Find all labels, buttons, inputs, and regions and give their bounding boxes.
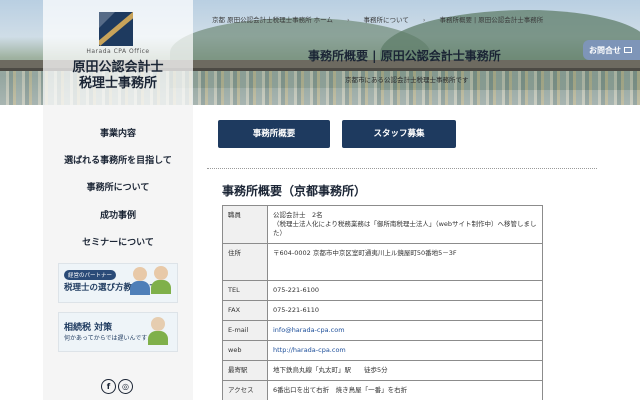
email-link[interactable]: info@harada-cpa.com xyxy=(273,326,345,334)
elderly-person-icon xyxy=(148,331,168,345)
sidebar: 事業内容 選ばれる事務所を目指して 事務所について 成功事例 セミナーについて … xyxy=(43,105,193,400)
logo-name: 原田公認会計士 税理士事務所 xyxy=(43,60,193,92)
table-row: 最寄駅 地下鉄烏丸線「丸太町」駅 徒歩5分 xyxy=(222,360,543,381)
breadcrumb-about[interactable]: 事務所について xyxy=(364,16,409,24)
logo-name-line1: 原田公認会計士 xyxy=(72,60,164,75)
breadcrumb-separator: › xyxy=(346,16,350,24)
logo-mark-icon xyxy=(99,12,133,46)
person-illustration-icon xyxy=(133,267,147,281)
table-row: TEL 075-221-6100 xyxy=(222,280,543,301)
breadcrumb-current: 事務所概要 | 原田公認会計士事務所 xyxy=(439,16,544,24)
staff-note: （税理士法人化により税務業務は「御所南税理士法人」（webサイト制作中）へ移管し… xyxy=(273,220,537,237)
table-value: 〒604-0002 京都市中京区室町通夷川上ル鏡屋町50番地5－3F xyxy=(267,243,543,281)
table-label: E-mail xyxy=(222,320,268,341)
table-label: 職員 xyxy=(222,205,268,244)
table-row: E-mail info@harada-cpa.com xyxy=(222,320,543,341)
table-value: info@harada-cpa.com xyxy=(267,320,543,341)
banner-text: 何かあってからでは遅いんです… xyxy=(64,335,154,342)
table-row: web http://harada-cpa.com xyxy=(222,340,543,361)
table-value: 地下鉄烏丸線「丸太町」駅 徒歩5分 xyxy=(267,360,543,381)
mail-icon xyxy=(624,47,632,53)
overview-button[interactable]: 事務所概要 xyxy=(218,120,330,148)
banner-inheritance-tax[interactable]: 相続税 対策 何かあってからでは遅いんです… xyxy=(58,312,178,352)
page-subtitle: 京都市にある公認会計士税理士事務所です xyxy=(345,76,469,84)
table-row: 住所 〒604-0002 京都市中京区室町通夷川上ル鏡屋町50番地5－3F xyxy=(222,243,543,281)
breadcrumb-separator: › xyxy=(422,16,426,24)
person-illustration-icon xyxy=(151,280,171,294)
banner-tag: 経営のパートナー xyxy=(64,270,117,280)
instagram-icon[interactable]: ◎ xyxy=(118,379,133,394)
banner-tax-advisor[interactable]: 経営のパートナー 税理士の選び方教えます xyxy=(58,263,178,303)
recruit-button[interactable]: スタッフ募集 xyxy=(342,120,456,148)
table-value: 公認会計士 2名 （税理士法人化により税務業務は「御所南税理士法人」（webサイ… xyxy=(267,205,543,244)
sidebar-item-services[interactable]: 事業内容 xyxy=(43,126,193,139)
divider xyxy=(207,168,597,169)
staff-count: 公認会計士 2名 xyxy=(273,211,323,219)
logo-name-line2: 税理士事務所 xyxy=(78,76,157,91)
web-link[interactable]: http://harada-cpa.com xyxy=(273,346,346,354)
person-illustration-icon xyxy=(130,281,150,295)
elderly-person-icon xyxy=(151,317,165,331)
table-value: http://harada-cpa.com xyxy=(267,340,543,361)
logo-subtitle: Harada CPA Office xyxy=(86,48,150,55)
breadcrumb: 京都 原田公認会計士税理士事務所 ホーム › 事務所について › 事務所概要 | 原田公… xyxy=(212,14,557,24)
banner-title: 相続税 対策 xyxy=(64,323,113,333)
sidebar-item-chosen-office[interactable]: 選ばれる事務所を目指して xyxy=(43,153,193,166)
person-illustration-icon xyxy=(154,266,168,280)
table-label: 最寄駅 xyxy=(222,360,268,381)
table-label: TEL xyxy=(222,280,268,301)
sidebar-item-about[interactable]: 事務所について xyxy=(43,180,193,193)
contact-label: お問合せ xyxy=(589,46,621,55)
table-value: 075-221-6100 xyxy=(267,280,543,301)
table-value: 6番出口を出て右折 焼き鳥屋「一番」を右折 xyxy=(267,380,543,400)
table-label: web xyxy=(222,340,268,361)
logo[interactable]: Harada CPA Office 原田公認会計士 税理士事務所 xyxy=(43,0,193,105)
contact-button[interactable]: お問合せ xyxy=(583,40,640,60)
sidebar-item-seminars[interactable]: セミナーについて xyxy=(43,235,193,248)
table-row: アクセス 6番出口を出て右折 焼き鳥屋「一番」を右折 xyxy=(222,380,543,400)
table-label: FAX xyxy=(222,300,268,321)
page-title: 事務所概要 | 原田公認会計士事務所 xyxy=(308,49,501,63)
sidebar-item-success-cases[interactable]: 成功事例 xyxy=(43,208,193,221)
breadcrumb-home[interactable]: 京都 原田公認会計士税理士事務所 ホーム xyxy=(212,16,333,24)
office-info-table: 職員 公認会計士 2名 （税理士法人化により税務業務は「御所南税理士法人」（we… xyxy=(222,205,543,400)
section-title: 事務所概要（京都事務所） xyxy=(222,184,367,198)
table-row: 職員 公認会計士 2名 （税理士法人化により税務業務は「御所南税理士法人」（we… xyxy=(222,205,543,244)
facebook-icon[interactable]: f xyxy=(101,379,116,394)
table-label: 住所 xyxy=(222,243,268,281)
table-label: アクセス xyxy=(222,380,268,400)
table-value: 075-221-6110 xyxy=(267,300,543,321)
table-row: FAX 075-221-6110 xyxy=(222,300,543,321)
